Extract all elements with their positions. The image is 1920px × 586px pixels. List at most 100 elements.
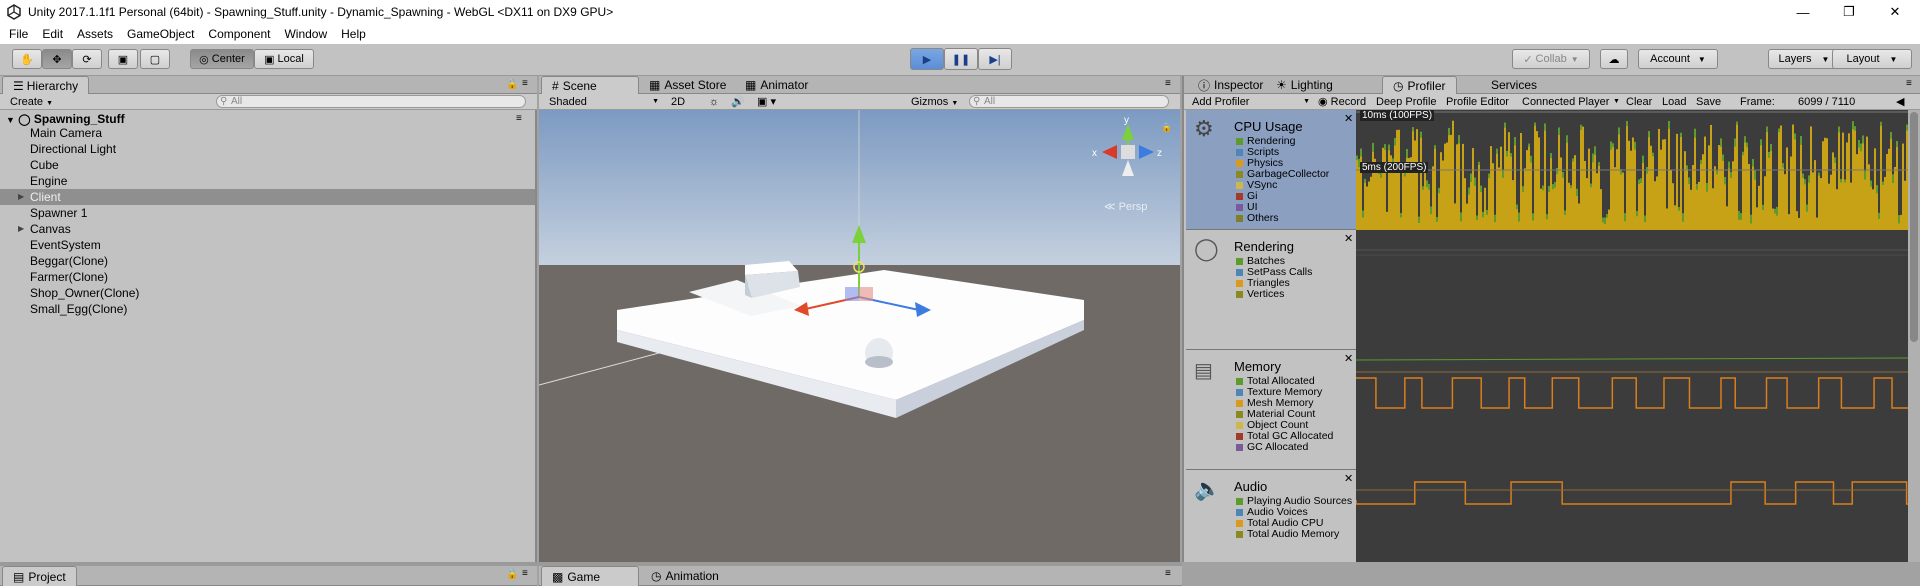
scene-menu-icon[interactable]: ≡ bbox=[516, 113, 522, 124]
menu-window[interactable]: Window bbox=[277, 27, 334, 41]
menu-component[interactable]: Component bbox=[201, 27, 277, 41]
audio-area[interactable]: 🔈 Audio ✕ Playing Audio Sources Audio Vo… bbox=[1186, 470, 1356, 562]
lighting-toggle-icon[interactable]: ☼ bbox=[709, 95, 719, 109]
layers-dropdown[interactable]: Layers ▼ bbox=[1768, 49, 1840, 69]
maximize-button[interactable]: ❐ bbox=[1826, 0, 1872, 24]
memory-graph[interactable] bbox=[1356, 350, 1908, 470]
tab-services[interactable]: Services bbox=[1481, 76, 1547, 94]
profile-editor-toggle[interactable]: Profile Editor bbox=[1446, 95, 1509, 109]
scene-search-input[interactable]: ⚲ All bbox=[969, 95, 1169, 108]
menu-gameobject[interactable]: GameObject bbox=[120, 27, 201, 41]
close-icon[interactable]: ✕ bbox=[1344, 472, 1353, 485]
lock-icon[interactable]: 🔒 bbox=[1161, 122, 1172, 132]
hierarchy-item[interactable]: Canvas bbox=[30, 221, 71, 237]
tab-animator[interactable]: ▦ Animator bbox=[735, 76, 818, 94]
hierarchy-item[interactable]: Main Camera bbox=[30, 125, 102, 141]
toggle-2d-button[interactable]: 2D bbox=[671, 95, 685, 109]
close-button[interactable]: ✕ bbox=[1872, 0, 1918, 24]
memory-area[interactable]: ▤ Memory ✕ Total Allocated Texture Memor… bbox=[1186, 350, 1356, 470]
previous-frame-icon[interactable]: ◀ bbox=[1896, 95, 1904, 109]
close-icon[interactable]: ✕ bbox=[1344, 352, 1353, 365]
minimize-button[interactable]: — bbox=[1780, 0, 1826, 24]
gizmos-dropdown[interactable]: Gizmos ▼ bbox=[911, 95, 958, 109]
hierarchy-search-input[interactable]: ⚲ All bbox=[216, 95, 526, 108]
panel-menu-icon[interactable]: ≡ bbox=[1165, 78, 1171, 89]
legend-item[interactable]: Vertices bbox=[1236, 289, 1284, 300]
clear-button[interactable]: Clear bbox=[1626, 95, 1652, 109]
hierarchy-item[interactable]: EventSystem bbox=[30, 237, 101, 253]
tab-project[interactable]: ▤ Project bbox=[2, 566, 77, 586]
hierarchy-item[interactable]: Engine bbox=[30, 173, 67, 189]
scene-viewport[interactable]: y x z ≪ Persp 🔒 bbox=[539, 110, 1180, 562]
lock-icon[interactable]: 🔒 bbox=[506, 79, 518, 90]
panel-menu-icon[interactable]: ≡ bbox=[522, 568, 528, 579]
hierarchy-item[interactable]: Directional Light bbox=[30, 141, 116, 157]
collab-button[interactable]: ✓ Collab ▼ bbox=[1512, 49, 1590, 69]
cloud-button[interactable]: ☁ bbox=[1600, 49, 1628, 69]
rect-tool-button[interactable]: ▢ bbox=[140, 49, 170, 69]
layout-dropdown[interactable]: Layout ▼ bbox=[1832, 49, 1912, 69]
close-icon[interactable]: ✕ bbox=[1344, 232, 1353, 245]
hierarchy-item[interactable]: Small_Egg(Clone) bbox=[30, 301, 127, 317]
deep-profile-toggle[interactable]: Deep Profile bbox=[1376, 95, 1437, 109]
move-tool-button[interactable]: ✥ bbox=[42, 49, 72, 69]
menu-assets[interactable]: Assets bbox=[70, 27, 120, 41]
tab-game[interactable]: ▩ Game bbox=[541, 566, 639, 586]
rendering-graph[interactable] bbox=[1356, 230, 1908, 350]
tab-inspector[interactable]: ⓘ Inspector bbox=[1188, 76, 1273, 94]
tab-lighting[interactable]: ☀ Lighting bbox=[1266, 76, 1343, 94]
legend-item[interactable]: Total Audio Memory bbox=[1236, 529, 1339, 540]
account-dropdown[interactable]: Account ▼ bbox=[1638, 49, 1718, 69]
effects-icon[interactable]: ▣ ▾ bbox=[757, 95, 776, 109]
pivot-local-button[interactable]: ▣ Local bbox=[254, 49, 314, 69]
legend-item[interactable]: GC Allocated bbox=[1236, 442, 1308, 453]
cpu-usage-graph[interactable] bbox=[1356, 110, 1908, 230]
pivot-center-button[interactable]: ◎ Center bbox=[190, 49, 254, 69]
lock-icon[interactable]: 🔒 bbox=[506, 569, 518, 580]
audio-toggle-icon[interactable]: 🔊 bbox=[731, 95, 745, 109]
panel-menu-icon[interactable]: ≡ bbox=[1906, 78, 1912, 89]
hierarchy-item[interactable]: Cube bbox=[30, 157, 59, 173]
panel-menu-icon[interactable]: ≡ bbox=[1165, 568, 1171, 579]
expand-arrow-icon[interactable]: ▶ bbox=[18, 192, 24, 201]
tab-scene[interactable]: # Scene bbox=[541, 76, 639, 94]
persp-label[interactable]: ≪ Persp bbox=[1104, 201, 1147, 213]
add-profiler-dropdown[interactable]: Add Profiler ▼ bbox=[1192, 95, 1310, 109]
hierarchy-item[interactable]: Client bbox=[30, 189, 61, 205]
scrollbar-thumb[interactable] bbox=[1910, 112, 1918, 342]
cpu-usage-area[interactable]: ⚙ CPU Usage ✕ Rendering Scripts Physics … bbox=[1186, 110, 1356, 230]
menu-edit[interactable]: Edit bbox=[35, 27, 70, 41]
rotate-tool-button[interactable]: ⟳ bbox=[72, 49, 102, 69]
legend-item[interactable]: Others bbox=[1236, 213, 1279, 224]
audio-graph[interactable] bbox=[1356, 470, 1908, 562]
hierarchy-item[interactable]: Farmer(Clone) bbox=[30, 269, 108, 285]
cpu-sample-bar bbox=[1646, 167, 1648, 230]
create-dropdown[interactable]: Create ▼ bbox=[10, 95, 53, 109]
panel-menu-icon[interactable]: ≡ bbox=[522, 78, 528, 89]
hierarchy-item[interactable]: Shop_Owner(Clone) bbox=[30, 285, 139, 301]
load-button[interactable]: Load bbox=[1662, 95, 1686, 109]
chevron-down-icon[interactable]: ▼ bbox=[1613, 95, 1620, 109]
record-toggle[interactable]: ◉ Record bbox=[1318, 95, 1366, 109]
close-icon[interactable]: ✕ bbox=[1344, 112, 1353, 125]
menu-file[interactable]: File bbox=[2, 27, 35, 41]
tab-animation[interactable]: ◷ Animation bbox=[641, 566, 729, 586]
connected-player-dropdown[interactable]: Connected Player bbox=[1522, 95, 1614, 109]
tab-profiler[interactable]: ◷ Profiler bbox=[1382, 76, 1457, 94]
hierarchy-item[interactable]: Beggar(Clone) bbox=[30, 253, 108, 269]
shading-dropdown[interactable]: Shaded ▼ bbox=[549, 95, 659, 109]
cpu-sample-cap bbox=[1896, 141, 1898, 148]
profiler-scrollbar[interactable] bbox=[1908, 110, 1920, 562]
pause-button[interactable]: ❚❚ bbox=[944, 48, 978, 70]
hand-tool-button[interactable]: ✋ bbox=[12, 49, 42, 69]
save-button[interactable]: Save bbox=[1696, 95, 1721, 109]
hierarchy-item[interactable]: Spawner 1 bbox=[30, 205, 87, 221]
play-button[interactable]: ▶ bbox=[910, 48, 944, 70]
scale-tool-button[interactable]: ▣ bbox=[108, 49, 138, 69]
step-button[interactable]: ▶| bbox=[978, 48, 1012, 70]
tab-hierarchy[interactable]: ☰ Hierarchy bbox=[2, 76, 90, 94]
menu-help[interactable]: Help bbox=[334, 27, 373, 41]
rendering-area[interactable]: ◯ Rendering ✕ Batches SetPass Calls Tria… bbox=[1186, 230, 1356, 350]
tab-asset-store[interactable]: ▦ Asset Store bbox=[639, 76, 736, 94]
expand-arrow-icon[interactable]: ▶ bbox=[18, 224, 24, 233]
